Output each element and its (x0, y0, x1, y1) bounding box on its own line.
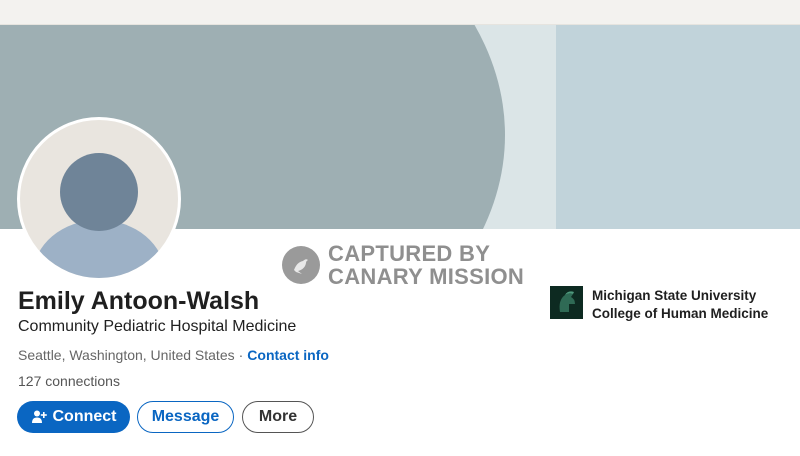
profile-headline: Community Pediatric Hospital Medicine (18, 318, 297, 335)
profile-name: Emily Antoon-Walsh (18, 287, 260, 315)
spartan-helmet-icon (550, 286, 583, 319)
contact-info-link[interactable]: Contact info (247, 347, 329, 363)
more-label: More (258, 408, 298, 425)
top-bar (0, 0, 800, 25)
profile-avatar[interactable] (17, 117, 181, 281)
connections-count[interactable]: 127 connections (18, 373, 120, 389)
connect-button[interactable]: Connect (17, 401, 130, 433)
default-avatar-icon (33, 153, 165, 278)
connect-label: Connect (52, 408, 117, 425)
profile-location-row: Seattle, Washington, United States · Conta… (18, 347, 329, 363)
canary-bird-icon (282, 246, 320, 284)
watermark: CAPTURED BY CANARY MISSION (282, 242, 524, 288)
school-name-line-2: College of Human Medicine (592, 306, 769, 321)
message-button[interactable]: Message (137, 401, 234, 433)
watermark-line-1: CAPTURED BY (328, 241, 491, 266)
more-button[interactable]: More (242, 401, 314, 433)
profile-location: Seattle, Washington, United States (18, 347, 235, 363)
location-separator: · (238, 347, 244, 363)
education-entry[interactable]: Michigan State University College of Hum… (550, 286, 768, 323)
school-name-line-1: Michigan State University (592, 288, 757, 303)
watermark-line-2: CANARY MISSION (328, 264, 525, 289)
message-label: Message (151, 408, 220, 425)
add-person-icon (31, 409, 47, 425)
